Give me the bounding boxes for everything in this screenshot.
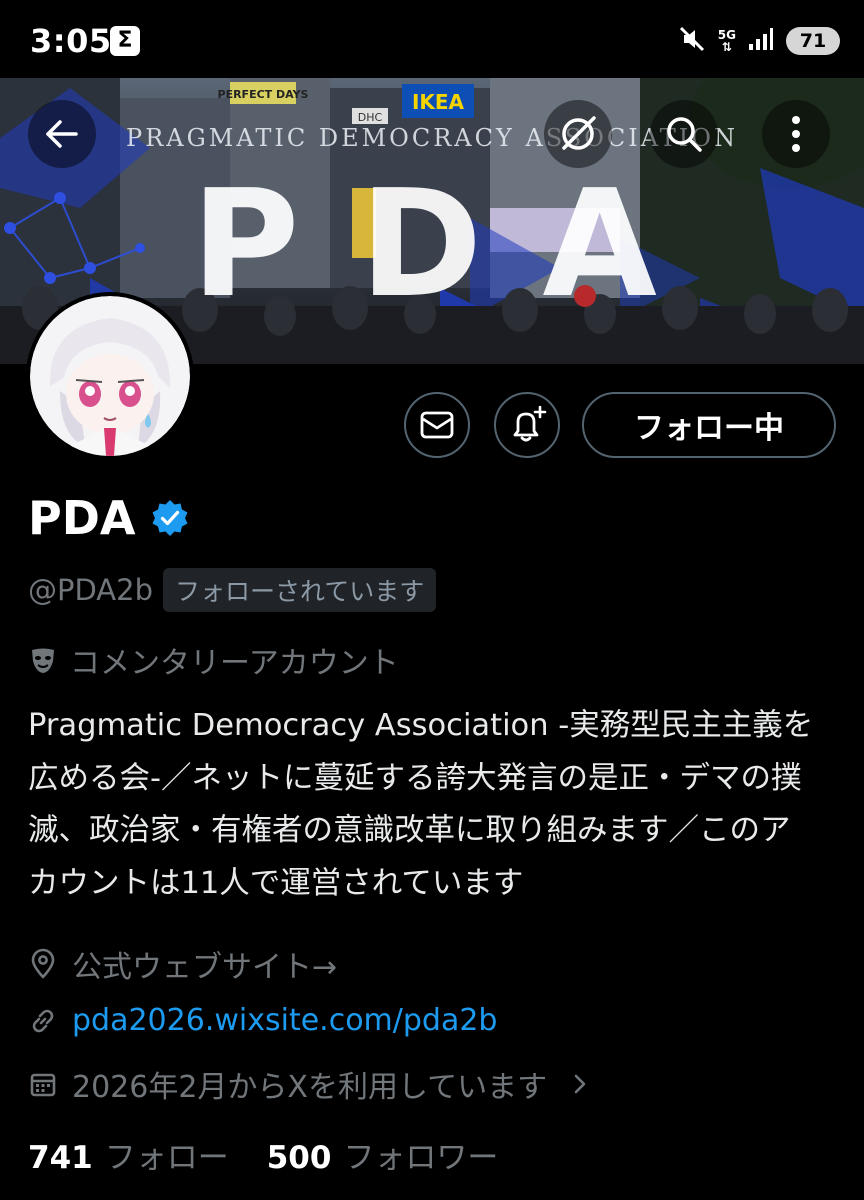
followers-label: フォロワー [343, 1140, 499, 1176]
following-stat[interactable]: 741 フォロー [28, 1132, 229, 1177]
back-arrow-icon [46, 120, 78, 148]
network-label: 5G [717, 28, 736, 42]
name-row: PDA [28, 490, 190, 546]
status-bar: 3:05 Σ 5G ⇅ 71 [0, 0, 864, 78]
sign-dhc: DHC [358, 111, 383, 124]
back-button[interactable] [28, 100, 96, 168]
search-button[interactable] [650, 100, 718, 168]
display-name: PDA [28, 491, 136, 545]
account-category: コメンタリーアカウント [70, 646, 399, 681]
grok-icon [562, 116, 596, 150]
website-row: pda2026.wixsite.com/pda2b [28, 1003, 497, 1038]
message-button[interactable] [404, 392, 470, 458]
link-icon [32, 1009, 54, 1032]
profile-website-link[interactable]: pda2026.wixsite.com/pda2b [72, 1003, 497, 1038]
banner-subtitle: PRAGMATIC DEMOCRACY ASSOCIATION [126, 124, 738, 152]
sign-ikea: IKEA [412, 90, 465, 114]
mail-icon [420, 411, 454, 439]
more-button[interactable] [762, 100, 830, 168]
calendar-icon [30, 1073, 56, 1097]
verified-badge-icon[interactable] [150, 498, 190, 538]
followers-count: 500 [266, 1140, 332, 1176]
avatar[interactable] [26, 292, 194, 460]
signal-icon [748, 27, 774, 55]
mask-icon [32, 648, 54, 673]
location-row: 公式ウェブサイト→ [28, 942, 337, 986]
mute-icon [678, 25, 706, 57]
category-row: コメンタリーアカウント [28, 638, 399, 682]
sign-perfect-days: PERFECT DAYS [218, 88, 309, 101]
chevron-right-icon [574, 1074, 586, 1094]
notification-icon: Σ [110, 26, 140, 56]
notifications-button[interactable] [494, 392, 560, 458]
followers-stat[interactable]: 500 フォロワー [267, 1132, 499, 1177]
joined-row[interactable]: 2026年2月からXを利用しています [28, 1062, 591, 1106]
follow-stats: 741 フォロー 500 フォロワー [28, 1132, 498, 1177]
following-count: 741 [28, 1140, 93, 1176]
battery-indicator: 71 [786, 27, 840, 55]
following-button[interactable]: フォロー中 [582, 392, 836, 458]
following-label: フォロー [104, 1140, 229, 1176]
more-vertical-icon [792, 116, 800, 152]
profile-location: 公式ウェブサイト→ [72, 950, 338, 985]
grok-button[interactable] [544, 100, 612, 168]
bell-plus-icon [513, 405, 547, 442]
search-icon [667, 117, 702, 152]
joined-date: 2026年2月からXを利用しています [72, 1070, 548, 1105]
handle-row: @PDA2b フォローされています [28, 568, 437, 612]
status-indicators: 5G ⇅ 71 [678, 24, 840, 58]
profile-bio: Pragmatic Democracy Association -実務型民主主義… [28, 708, 814, 901]
network-type-icon: 5G ⇅ [717, 28, 736, 54]
location-pin-icon [31, 948, 55, 979]
status-time: 3:05 [30, 22, 112, 60]
user-handle: @PDA2b [28, 573, 154, 607]
follows-you-badge: フォローされています [163, 568, 437, 612]
avatar-image [30, 296, 190, 456]
